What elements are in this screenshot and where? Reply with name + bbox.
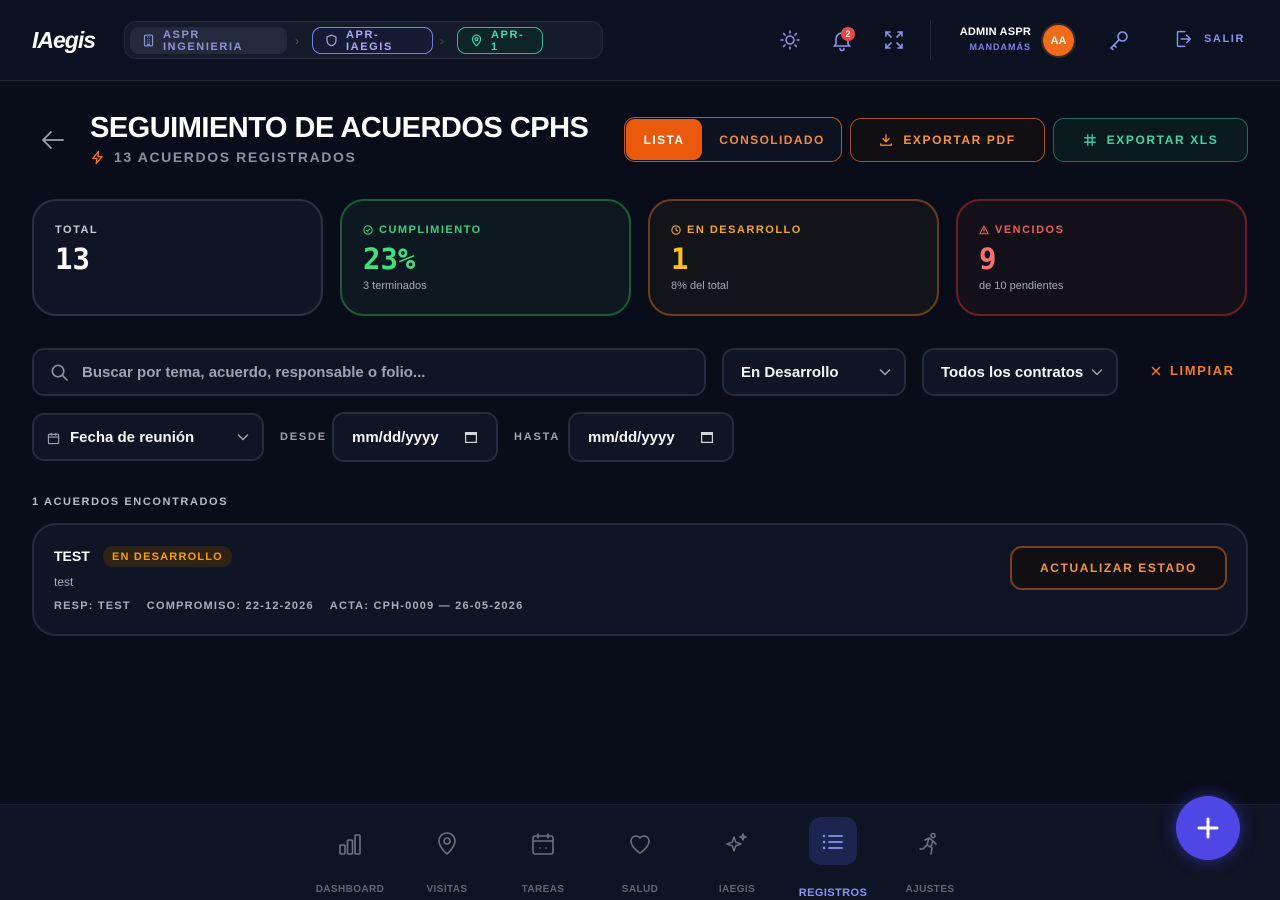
stat-card-vencidos: VENCIDOS 9 de 10 pendientes xyxy=(956,199,1247,316)
export-pdf-button[interactable]: EXPORTAR PDF xyxy=(850,118,1045,162)
map-pin-icon xyxy=(434,831,460,857)
list-item[interactable]: TEST EN DESARROLLO test RESP: TEST COMPR… xyxy=(32,523,1248,636)
from-date-input[interactable]: mm/dd/yyyy xyxy=(332,412,498,462)
record-title: TEST xyxy=(54,548,90,564)
stat-label: CUMPLIMIENTO xyxy=(363,224,482,236)
export-xls-button[interactable]: EXPORTAR XLS xyxy=(1053,118,1248,162)
calendar-icon[interactable] xyxy=(701,432,713,443)
avatar[interactable]: AA xyxy=(1043,25,1074,56)
update-status-button[interactable]: ACTUALIZAR ESTADO xyxy=(1010,546,1227,590)
runner-icon xyxy=(917,831,943,857)
to-date-input[interactable]: mm/dd/yyyy xyxy=(568,412,734,462)
chevron-down-icon xyxy=(236,430,250,444)
nav-dashboard[interactable]: DASHBOARD xyxy=(310,817,390,895)
download-icon xyxy=(879,133,893,147)
record-meta: RESP: TEST COMPROMISO: 22-12-2026 ACTA: … xyxy=(54,600,523,612)
stat-value: 1 xyxy=(671,242,689,276)
logout-button[interactable]: SALIR xyxy=(1172,28,1245,50)
map-pin-icon xyxy=(470,34,483,47)
from-label: DESDE xyxy=(280,431,327,443)
tab-lista[interactable]: LISTA xyxy=(626,119,702,160)
page-title: SEGUIMIENTO DE ACUERDOS CPHS xyxy=(90,112,589,144)
fullscreen-icon[interactable] xyxy=(882,28,906,52)
stat-label: VENCIDOS xyxy=(979,224,1064,236)
breadcrumb-project[interactable]: APR-IAEGIS xyxy=(312,27,433,54)
plus-icon xyxy=(1195,815,1221,841)
stat-card-total: TOTAL 13 xyxy=(32,199,323,316)
user-name: ADMIN ASPR xyxy=(959,26,1031,38)
stat-value: 13 xyxy=(55,242,90,276)
clock-icon xyxy=(671,225,681,235)
stat-subtext: 8% del total xyxy=(671,280,729,292)
app-logo[interactable]: IAegis xyxy=(32,27,96,54)
search-box xyxy=(32,348,706,396)
status-badge: EN DESARROLLO xyxy=(103,546,232,567)
search-input[interactable] xyxy=(82,350,692,394)
warning-icon xyxy=(979,225,989,235)
chevron-down-icon xyxy=(878,365,892,379)
bar-chart-icon xyxy=(337,831,363,857)
to-label: HASTA xyxy=(514,431,561,443)
stat-card-cumplimiento: CUMPLIMIENTO 23% 3 terminados xyxy=(340,199,631,316)
bottom-nav: DASHBOARD VISITAS TAREAS SALUD IAEGIS RE… xyxy=(0,804,1280,900)
stat-value: 9 xyxy=(979,242,997,276)
stat-subtext: de 10 pendientes xyxy=(979,280,1064,292)
nav-registros[interactable]: REGISTROS xyxy=(793,817,873,899)
tab-consolidado[interactable]: CONSOLIDADO xyxy=(703,119,841,160)
calendar-icon xyxy=(47,432,60,445)
shield-icon xyxy=(325,34,338,47)
stat-label: TOTAL xyxy=(55,224,99,236)
nav-visitas[interactable]: VISITAS xyxy=(407,817,487,895)
close-icon xyxy=(1150,365,1162,377)
chevron-down-icon xyxy=(1090,365,1104,379)
nav-ajustes[interactable]: AJUSTES xyxy=(890,817,970,895)
calendar-icon[interactable] xyxy=(465,432,477,443)
calendar-icon xyxy=(530,831,556,857)
back-arrow-icon[interactable] xyxy=(40,128,66,152)
nav-iaegis[interactable]: IAEGIS xyxy=(697,817,777,895)
key-icon[interactable] xyxy=(1107,28,1131,52)
record-acta: ACTA: CPH-0009 — 26-05-2026 xyxy=(329,600,524,612)
sun-icon[interactable] xyxy=(778,28,802,52)
page-subtitle: 13 ACUERDOS REGISTRADOS xyxy=(90,149,356,165)
breadcrumb-separator: › xyxy=(295,34,299,48)
nav-tareas[interactable]: TAREAS xyxy=(503,817,583,895)
stat-value: 23% xyxy=(363,242,416,276)
stat-subtext: 3 terminados xyxy=(363,280,427,292)
breadcrumb-separator: › xyxy=(440,34,444,48)
date-field-select[interactable]: Fecha de reunión xyxy=(32,413,264,461)
list-icon xyxy=(820,829,846,855)
add-button[interactable] xyxy=(1176,796,1240,860)
breadcrumb-site[interactable]: APR-1 xyxy=(457,27,543,54)
nav-salud[interactable]: SALUD xyxy=(600,817,680,895)
grid-icon xyxy=(1083,133,1097,147)
breadcrumb-company[interactable]: ASPR INGENIERIA xyxy=(130,27,287,54)
view-toggle: LISTA CONSOLIDADO xyxy=(624,117,842,162)
header-divider xyxy=(930,20,931,60)
record-compromiso: COMPROMISO: 22-12-2026 xyxy=(146,600,314,612)
notification-badge: 2 xyxy=(841,27,855,41)
lightning-icon xyxy=(90,150,105,165)
heart-icon xyxy=(627,831,653,857)
record-responsable: RESP: TEST xyxy=(54,600,131,612)
top-header: IAegis ASPR INGENIERIA › APR-IAEGIS › AP… xyxy=(0,0,1280,81)
sparkles-icon xyxy=(724,831,750,857)
clear-filters-button[interactable]: LIMPIAR xyxy=(1150,363,1235,378)
breadcrumb: ASPR INGENIERIA › APR-IAEGIS › APR-1 xyxy=(124,21,603,59)
building-icon xyxy=(142,34,155,47)
stat-card-en-desarrollo: EN DESARROLLO 1 8% del total xyxy=(648,199,939,316)
status-select[interactable]: En Desarrollo xyxy=(722,348,906,396)
check-circle-icon xyxy=(363,225,373,235)
stat-label: EN DESARROLLO xyxy=(671,224,802,236)
record-description: test xyxy=(54,575,74,589)
logout-icon xyxy=(1172,28,1194,50)
contract-select[interactable]: Todos los contratos xyxy=(922,348,1118,396)
results-count: 1 ACUERDOS ENCONTRADOS xyxy=(32,496,229,508)
user-role: MANDAMÁS xyxy=(969,42,1031,52)
